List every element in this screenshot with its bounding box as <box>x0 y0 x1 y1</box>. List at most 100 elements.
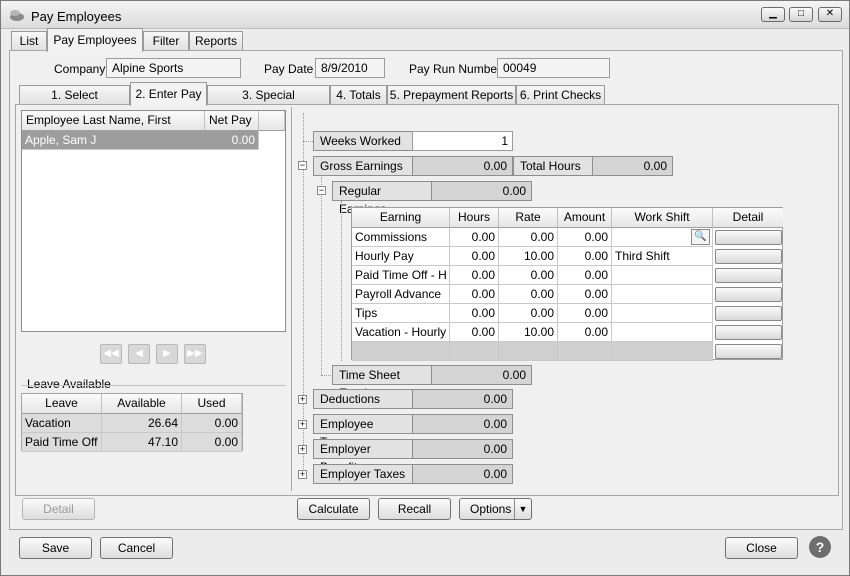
calculate-button[interactable]: Calculate <box>297 498 370 520</box>
tab-enter-pay[interactable]: 2. Enter Pay <box>130 82 207 106</box>
tab-filter[interactable]: Filter <box>143 31 189 51</box>
tab-special-adjustments[interactable]: 3. Special Adjustments <box>207 85 330 120</box>
close-icon: ✕ <box>825 8 835 19</box>
earning-cell-rate[interactable]: 0.00 <box>499 285 558 304</box>
earning-cell-rate[interactable]: 0.00 <box>499 266 558 285</box>
next-record-button[interactable]: ▶ <box>156 344 178 364</box>
save-button[interactable]: Save <box>19 537 92 559</box>
total-row-cell <box>499 342 558 361</box>
earning-detail-button[interactable] <box>715 325 782 340</box>
tab-totals[interactable]: 4. Totals <box>330 85 387 105</box>
earning-detail-button[interactable] <box>715 249 782 264</box>
earning-cell-hours[interactable]: 0.00 <box>450 323 499 342</box>
pay-run-field: 00049 <box>497 58 610 78</box>
tab-prepayment-reports[interactable]: 5. Prepayment Reports <box>387 85 516 105</box>
tab-print-checks[interactable]: 6. Print Checks <box>516 85 605 105</box>
used-col-header[interactable]: Used <box>182 394 242 414</box>
dropdown-arrow-icon[interactable]: ▼ <box>514 499 531 519</box>
collapse-gross-icon[interactable]: − <box>298 161 307 170</box>
earning-cell-hours[interactable]: 0.00 <box>450 285 499 304</box>
collapse-regular-icon[interactable]: − <box>317 186 326 195</box>
earning-cell-shift[interactable] <box>612 304 713 323</box>
earning-cell-amount[interactable]: 0.00 <box>558 323 612 342</box>
earning-cell-shift[interactable] <box>612 285 713 304</box>
earning-cell-rate[interactable]: 10.00 <box>499 323 558 342</box>
earning-cell-earning[interactable]: Payroll Advance <box>352 285 450 304</box>
earning-cell-earning[interactable]: Hourly Pay <box>352 247 450 266</box>
close-button[interactable]: Close <box>725 537 798 559</box>
options-button[interactable]: Options ▼ <box>459 498 532 520</box>
leave-separator <box>21 385 286 386</box>
earning-cell-rate[interactable]: 0.00 <box>499 228 558 247</box>
maximize-button[interactable]: □ <box>789 7 813 22</box>
earning-cell-hours[interactable]: 0.00 <box>450 228 499 247</box>
earning-cell-amount[interactable]: 0.00 <box>558 247 612 266</box>
leave-col-header[interactable]: Leave <box>22 394 102 414</box>
employee-row-net-pay[interactable]: 0.00 <box>205 131 259 150</box>
work-shift-col-header[interactable]: Work Shift <box>612 208 713 228</box>
weeks-worked-input[interactable]: 1 <box>412 131 513 151</box>
close-window-button[interactable]: ✕ <box>818 7 842 22</box>
earning-detail-button[interactable] <box>715 306 782 321</box>
regular-earnings-label: Regular Earnings <box>332 181 432 216</box>
expand-employee-taxes-icon[interactable]: + <box>298 420 307 429</box>
earning-cell-shift[interactable] <box>612 266 713 285</box>
earning-cell-earning[interactable]: Vacation - Hourly <box>352 323 450 342</box>
employee-name-header[interactable]: Employee Last Name, First Name ▲ <box>22 111 205 146</box>
earning-cell-rate[interactable]: 10.00 <box>499 247 558 266</box>
earning-cell-amount[interactable]: 0.00 <box>558 285 612 304</box>
earning-cell-rate[interactable]: 0.00 <box>499 304 558 323</box>
expand-deductions-icon[interactable]: + <box>298 395 307 404</box>
earning-cell-hours[interactable]: 0.00 <box>450 266 499 285</box>
recall-button[interactable]: Recall <box>378 498 451 520</box>
minimize-button[interactable]: ▁ <box>761 7 785 22</box>
earning-cell-amount[interactable]: 0.00 <box>558 304 612 323</box>
tab-reports[interactable]: Reports <box>189 31 243 51</box>
cancel-button[interactable]: Cancel <box>100 537 173 559</box>
earning-cell-earning[interactable]: Paid Time Off - H <box>352 266 450 285</box>
earning-cell-hours[interactable]: 0.00 <box>450 304 499 323</box>
lookup-icon[interactable]: 🔍 <box>691 229 710 245</box>
employee-grid[interactable]: Employee Last Name, First Name ▲ Net Pay… <box>21 110 286 332</box>
employee-taxes-label: Employee Taxes <box>313 414 413 449</box>
earning-cell-earning[interactable]: Commissions <box>352 228 450 247</box>
earnings-grid[interactable]: Earning Hours Rate Amount Work Shift Det… <box>351 207 783 361</box>
leave-row-used: 0.00 <box>182 433 242 452</box>
expand-employer-taxes-icon[interactable]: + <box>298 470 307 479</box>
earning-cell-shift[interactable]: Third Shift <box>612 247 713 266</box>
previous-record-button[interactable]: ◀ <box>128 344 150 364</box>
company-field: Alpine Sports <box>106 58 241 78</box>
rate-col-header[interactable]: Rate <box>499 208 558 228</box>
tab-pay-employees[interactable]: Pay Employees <box>47 28 143 52</box>
expand-employer-benefit-icon[interactable]: + <box>298 445 307 454</box>
detail-col-header[interactable]: Detail <box>713 208 783 228</box>
earning-cell-shift[interactable] <box>612 323 713 342</box>
net-pay-header[interactable]: Net Pay <box>205 111 259 131</box>
tab-select-employees[interactable]: 1. Select Employees <box>19 85 130 120</box>
detail-button[interactable]: Detail <box>22 498 95 520</box>
amount-col-header[interactable]: Amount <box>558 208 612 228</box>
earning-col-header[interactable]: Earning <box>352 208 450 228</box>
available-col-header[interactable]: Available <box>102 394 182 414</box>
earning-detail-button[interactable] <box>715 344 782 359</box>
earning-detail-button[interactable] <box>715 287 782 302</box>
earning-cell-amount[interactable]: 0.00 <box>558 228 612 247</box>
leave-grid[interactable]: Leave Available Used Vacation 26.64 0.00… <box>21 393 243 452</box>
employee-row-name[interactable]: Apple, Sam J <box>22 131 205 150</box>
regular-earnings-value: 0.00 <box>431 181 532 201</box>
last-record-button[interactable]: ▶▶ <box>184 344 206 364</box>
tree-line <box>321 177 322 375</box>
tree-line <box>303 141 313 142</box>
hours-col-header[interactable]: Hours <box>450 208 499 228</box>
total-hours-label: Total Hours <box>513 156 593 176</box>
earning-cell-earning[interactable]: Tips <box>352 304 450 323</box>
earning-cell-amount[interactable]: 0.00 <box>558 266 612 285</box>
earning-cell-hours[interactable]: 0.00 <box>450 247 499 266</box>
earning-detail-button[interactable] <box>715 230 782 245</box>
deductions-label: Deductions <box>313 389 413 409</box>
first-record-button[interactable]: ◀◀ <box>100 344 122 364</box>
title-bar: Pay Employees ▁ □ ✕ <box>1 1 849 29</box>
tab-list[interactable]: List <box>11 31 47 51</box>
help-icon[interactable]: ? <box>809 536 831 558</box>
earning-detail-button[interactable] <box>715 268 782 283</box>
